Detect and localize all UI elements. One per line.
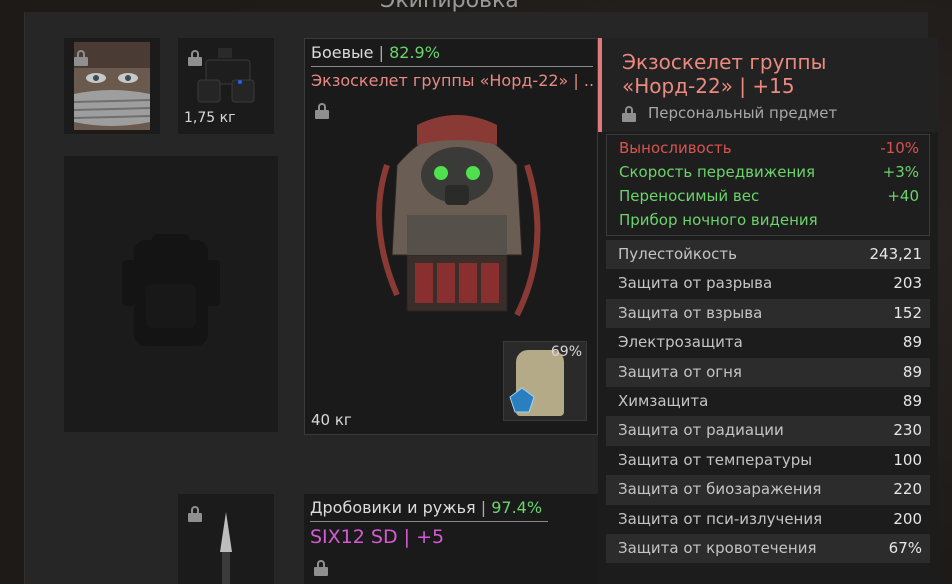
plate-durability: 69% — [550, 344, 582, 360]
armor-plate-slot[interactable]: 69% — [503, 341, 587, 421]
armor-item-card[interactable]: Боевые | 82.9% Экзоскелет группы «Норд-2… — [304, 38, 598, 435]
nightvision-item-image — [192, 44, 262, 110]
stat-label: Химзащита — [618, 391, 709, 410]
tooltip-title: Экзоскелет группы «Норд-22» | +15 — [622, 50, 922, 98]
armor-item-name: Экзоскелет группы «Норд-22» | .. — [311, 71, 595, 90]
weapon-category: Дробовики и ружья | 97.4% — [310, 498, 543, 517]
effect-value: +40 — [887, 187, 919, 205]
effect-label: Скорость передвижения — [619, 163, 816, 181]
stat-label: Защита от температуры — [618, 450, 813, 469]
armor-category-label: Боевые — [311, 43, 374, 62]
armor-weight: 40 кг — [311, 411, 352, 429]
effect-row: Выносливость -10% — [619, 139, 919, 157]
exoskeleton-image — [357, 105, 557, 345]
stat-row: Защита от температуры 100 — [606, 446, 930, 475]
screen: Экипировка 1,75 кг Боевые | 82.9% Экзоск… — [0, 0, 952, 584]
stat-value: 89 — [902, 391, 922, 410]
backpack-placeholder-icon — [116, 232, 226, 352]
backpack-slot[interactable] — [64, 156, 278, 432]
stat-row: Защита от разрыва 203 — [606, 269, 930, 298]
stat-label: Защита от разрыва — [618, 274, 773, 293]
effect-value: -10% — [880, 139, 919, 157]
stat-label: Защита от взрыва — [618, 303, 763, 322]
effect-row: Прибор ночного видения — [619, 211, 919, 229]
stat-value: 203 — [893, 274, 922, 293]
stat-row: Защита от радиации 230 — [606, 416, 930, 446]
weapon-item-name: SIX12 SD | +5 — [310, 526, 445, 548]
stat-value: 220 — [893, 480, 922, 499]
nightvision-slot[interactable]: 1,75 кг — [178, 38, 274, 134]
stat-row: Защита от кровотечения 67% — [606, 533, 930, 564]
stat-label: Защита от огня — [618, 362, 742, 381]
weapon-category-label: Дробовики и ружья — [310, 498, 476, 517]
lock-icon — [315, 103, 329, 119]
stat-value: 152 — [893, 303, 922, 322]
stat-value: 67% — [888, 538, 922, 557]
stat-label: Защита от биозаражения — [618, 480, 822, 499]
stat-label: Электрозащита — [618, 333, 743, 352]
armor-category: Боевые | 82.9% — [311, 43, 440, 62]
stat-row: Электрозащита 89 — [606, 328, 930, 357]
effect-label: Прибор ночного видения — [619, 211, 818, 229]
stat-label: Пулестойкость — [618, 245, 737, 263]
stat-row: Защита от огня 89 — [606, 357, 930, 387]
effect-value: +3% — [882, 163, 919, 181]
stat-value: 89 — [902, 333, 922, 352]
effect-row: Переносимый вес +40 — [619, 187, 919, 205]
divider — [310, 521, 548, 522]
tooltip-title-line2: «Норд-22» | +15 — [622, 74, 795, 98]
personal-item-label: Персональный предмет — [648, 104, 838, 122]
effect-label: Переносимый вес — [619, 187, 760, 205]
nightvision-weight: 1,75 кг — [184, 110, 236, 126]
lock-icon — [622, 106, 636, 122]
lock-icon — [74, 50, 88, 66]
stat-value: 230 — [893, 421, 922, 440]
stat-label: Защита от кровотечения — [618, 538, 817, 557]
tooltip-title-line1: Экзоскелет группы — [622, 50, 827, 74]
stat-row: Пулестойкость 243,21 — [606, 240, 930, 270]
mask-slot[interactable] — [64, 38, 160, 134]
lock-icon — [314, 560, 328, 576]
stat-value: 200 — [893, 509, 922, 528]
lock-icon — [188, 506, 202, 522]
armor-category-pct: 82.9% — [389, 43, 440, 62]
melee-slot[interactable] — [178, 494, 274, 584]
stat-row: Химзащита 89 — [606, 387, 930, 416]
pentagon-icon — [508, 386, 536, 414]
effect-row: Скорость передвижения +3% — [619, 163, 919, 181]
stats-table: Пулестойкость 243,21 Защита от разрыва 203… — [606, 240, 930, 564]
tooltip-header: Экзоскелет группы «Норд-22» | +15 Персон… — [598, 38, 938, 132]
stat-value: 100 — [893, 450, 922, 469]
effect-label: Выносливость — [619, 139, 732, 157]
weapon-name: SIX12 SD — [310, 526, 398, 548]
item-tooltip: Экзоскелет группы «Норд-22» | +15 Персон… — [598, 38, 938, 584]
stat-label: Защита от радиации — [618, 421, 784, 440]
stat-value: 243,21 — [869, 245, 923, 263]
weapon-category-pct: 97.4% — [491, 498, 543, 517]
effects-box: Выносливость -10% Скорость передвижения … — [606, 134, 930, 236]
weapon-upgrade: +5 — [416, 526, 445, 548]
stat-row: Защита от биозаражения 220 — [606, 475, 930, 505]
stat-row: Защита от взрыва 152 — [606, 298, 930, 329]
weapon-item-card[interactable]: Дробовики и ружья | 97.4% SIX12 SD | +5 — [304, 494, 598, 584]
stat-label: Защита от пси-излучения — [618, 509, 823, 528]
stat-row: Защита от пси-излучения 200 — [606, 505, 930, 534]
panel-title: Экипировка — [380, 0, 519, 13]
stat-value: 89 — [902, 362, 922, 381]
knife-image — [214, 512, 238, 584]
divider — [311, 66, 593, 67]
